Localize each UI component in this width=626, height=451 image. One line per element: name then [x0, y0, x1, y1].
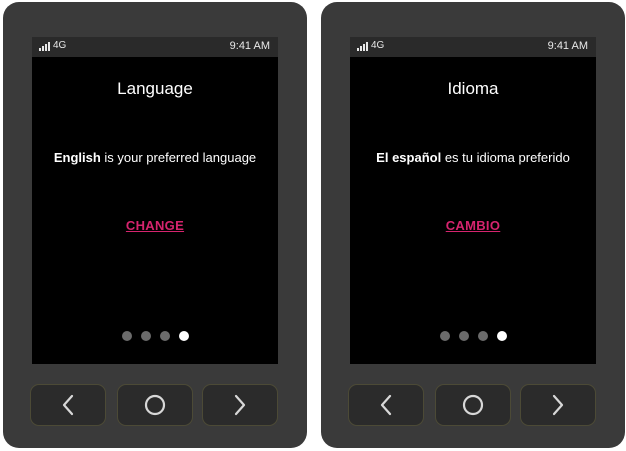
status-time: 9:41 AM — [547, 40, 588, 52]
signal-icon — [357, 41, 368, 51]
chevron-right-icon — [552, 394, 564, 416]
hardware-nav — [348, 384, 598, 426]
pagination-dots — [32, 331, 278, 341]
chevron-left-icon — [380, 394, 392, 416]
device-spanish: 4G 9:41 AM Idioma El español es tu idiom… — [321, 2, 625, 448]
page-title: Idioma — [447, 79, 499, 98]
change-language-link[interactable]: CHANGE — [32, 218, 278, 233]
change-language-link[interactable]: CAMBIO — [350, 218, 596, 233]
page-dot-active — [496, 331, 507, 341]
chevron-right-icon — [234, 394, 246, 416]
network-label: 4G — [53, 40, 67, 51]
status-bar: 4G 9:41 AM — [32, 37, 278, 57]
page-dot — [121, 331, 132, 341]
page-dot-active — [178, 331, 189, 341]
device-screen: 4G 9:41 AM Language English is your pref… — [32, 37, 278, 364]
home-button[interactable] — [435, 384, 511, 426]
signal-icon — [39, 41, 50, 51]
language-message-text: is your preferred language — [100, 150, 257, 165]
status-time: 9:41 AM — [229, 40, 270, 52]
forward-button[interactable] — [520, 384, 596, 426]
back-button[interactable] — [30, 384, 106, 426]
network-label: 4G — [371, 40, 385, 51]
device-english: 4G 9:41 AM Language English is your pref… — [3, 2, 307, 448]
pagination-dots — [350, 331, 596, 341]
language-message: El español es tu idioma preferido — [370, 149, 576, 166]
language-message-text: es tu idioma preferido — [441, 150, 570, 165]
page-dot — [439, 331, 450, 341]
circle-home-icon — [144, 394, 166, 416]
page-title: Language — [117, 79, 193, 98]
language-name: El español — [376, 150, 442, 165]
status-bar: 4G 9:41 AM — [350, 37, 596, 57]
chevron-left-icon — [62, 394, 74, 416]
device-screen: 4G 9:41 AM Idioma El español es tu idiom… — [350, 37, 596, 364]
back-button[interactable] — [348, 384, 424, 426]
forward-button[interactable] — [202, 384, 278, 426]
language-message: English is your preferred language — [52, 149, 258, 166]
home-button[interactable] — [117, 384, 193, 426]
circle-home-icon — [462, 394, 484, 416]
page-dot — [140, 331, 151, 341]
page-dot — [458, 331, 469, 341]
page-dot — [477, 331, 488, 341]
hardware-nav — [30, 384, 280, 426]
page-dot — [159, 331, 170, 341]
language-name: English — [53, 150, 101, 165]
